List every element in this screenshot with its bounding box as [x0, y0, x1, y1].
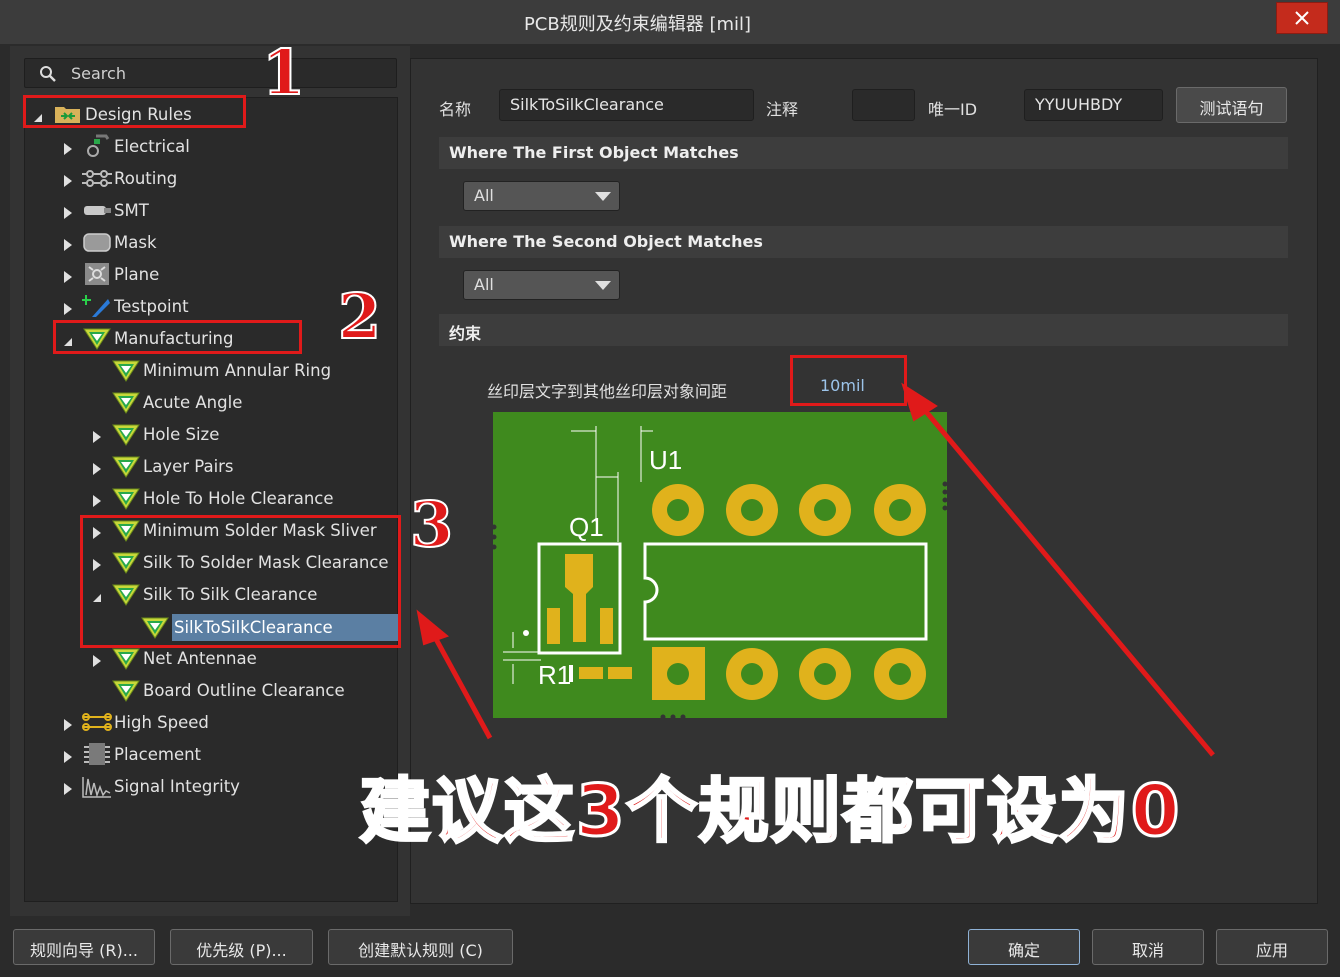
cancel-button[interactable]: 取消	[1092, 929, 1204, 965]
annotation-caption: 建议这3个规则都可设为0	[358, 769, 1182, 854]
priorities-button[interactable]: 优先级 (P)...	[170, 929, 313, 965]
create-default-rules-button[interactable]: 创建默认规则 (C)	[328, 929, 513, 965]
apply-button[interactable]: 应用	[1216, 929, 1328, 965]
rule-wizard-button[interactable]: 规则向导 (R)...	[13, 929, 155, 965]
ok-button[interactable]: 确定	[968, 929, 1080, 965]
